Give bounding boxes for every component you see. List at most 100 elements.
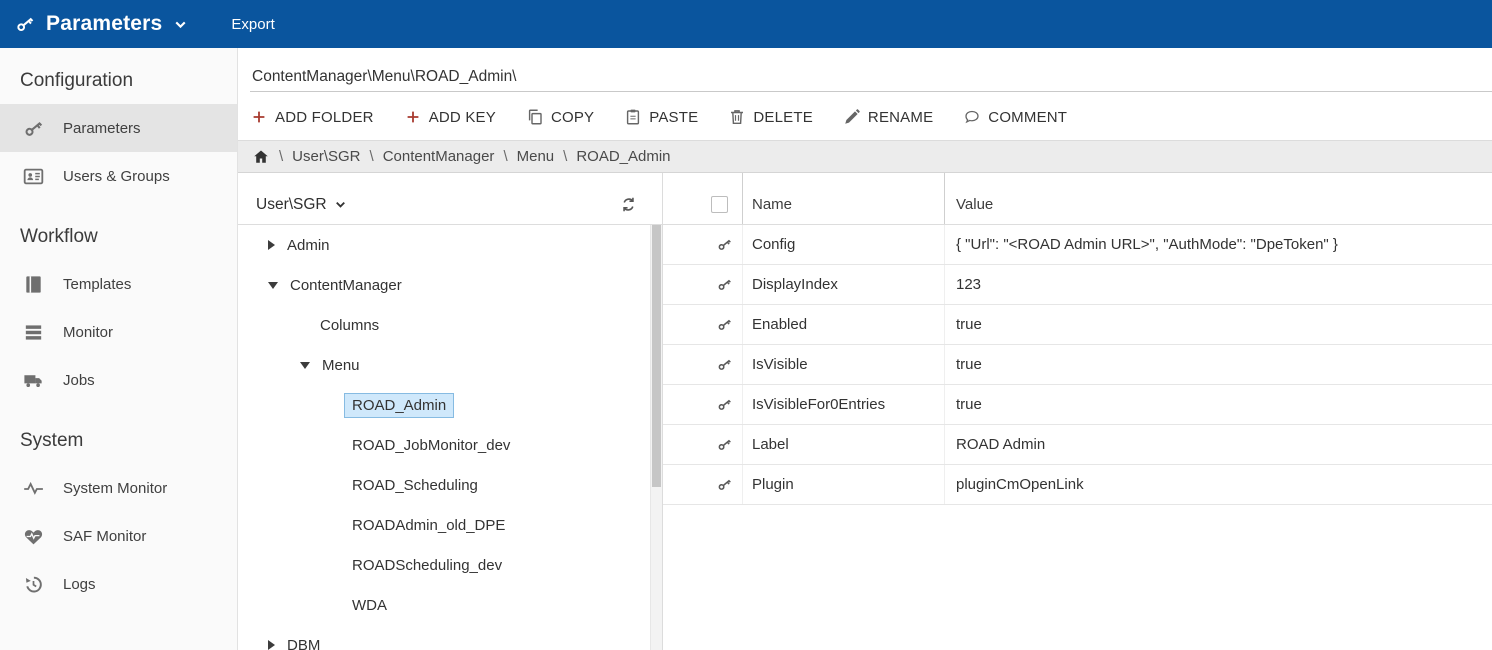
caret-down-icon[interactable] xyxy=(268,282,278,289)
sidebar-item-system-monitor[interactable]: System Monitor xyxy=(0,464,237,512)
param-name: Config xyxy=(742,225,944,264)
sidebar-item-users-groups[interactable]: Users & Groups xyxy=(0,152,237,200)
copy-button[interactable]: COPY xyxy=(526,108,594,126)
tree-item-road-admin[interactable]: ROAD_Admin xyxy=(238,385,662,425)
tree-item-wda[interactable]: WDA xyxy=(238,585,662,625)
breadcrumb-separator: \ xyxy=(279,148,283,165)
tree-item-label: ROAD_JobMonitor_dev xyxy=(352,437,510,454)
key-icon xyxy=(713,433,737,457)
path-bar xyxy=(238,48,1492,94)
sidebar-item-parameters[interactable]: Parameters xyxy=(0,104,237,152)
table-header: Name Value xyxy=(663,173,1492,225)
tree-item-columns[interactable]: Columns xyxy=(238,305,662,345)
plus-icon xyxy=(404,108,422,126)
table-row-isvisiblefor0entries[interactable]: IsVisibleFor0Entries true xyxy=(663,385,1492,425)
tree-item-label: Columns xyxy=(320,317,379,334)
add-key-button[interactable]: ADD KEY xyxy=(404,108,496,126)
button-label: ADD KEY xyxy=(429,109,496,126)
add-folder-button[interactable]: ADD FOLDER xyxy=(250,108,374,126)
table-row-isvisible[interactable]: IsVisible true xyxy=(663,345,1492,385)
breadcrumb: \ User\SGR \ ContentManager \ Menu \ ROA… xyxy=(238,140,1492,173)
key-icon xyxy=(713,393,737,417)
breadcrumb-segment[interactable]: ROAD_Admin xyxy=(576,148,670,165)
sidebar-item-logs[interactable]: Logs xyxy=(0,560,237,608)
param-value: true xyxy=(944,345,1492,384)
contact-card-icon xyxy=(22,165,45,188)
breadcrumb-segment[interactable]: User\SGR xyxy=(292,148,360,165)
select-all-checkbox[interactable] xyxy=(711,196,728,213)
pulse-icon xyxy=(22,477,45,500)
tree-item-label: Menu xyxy=(322,357,360,374)
paste-button[interactable]: PASTE xyxy=(624,108,698,126)
key-icon xyxy=(713,273,737,297)
tree-item-menu[interactable]: Menu xyxy=(238,345,662,385)
pencil-icon xyxy=(843,108,861,126)
comment-button[interactable]: COMMENT xyxy=(963,108,1067,126)
tree-item-contentmanager[interactable]: ContentManager xyxy=(238,265,662,305)
table-row-label[interactable]: Label ROAD Admin xyxy=(663,425,1492,465)
path-input[interactable] xyxy=(250,62,1492,92)
sidebar-item-label: Users & Groups xyxy=(63,168,170,185)
button-label: ADD FOLDER xyxy=(275,109,374,126)
sidebar: Configuration Parameters Users & Groups … xyxy=(0,48,238,650)
button-label: RENAME xyxy=(868,109,933,126)
key-icon xyxy=(713,353,737,377)
comment-icon xyxy=(963,108,981,126)
param-name: IsVisibleFor0Entries xyxy=(742,385,944,424)
param-value: true xyxy=(944,305,1492,344)
truck-icon xyxy=(22,369,45,392)
caret-right-icon[interactable] xyxy=(268,640,275,650)
tree-item-road-jobmonitor-dev[interactable]: ROAD_JobMonitor_dev xyxy=(238,425,662,465)
tree-item-road-scheduling[interactable]: ROAD_Scheduling xyxy=(238,465,662,505)
column-header-name[interactable]: Name xyxy=(742,173,944,224)
sidebar-item-label: Jobs xyxy=(63,372,95,389)
sidebar-item-jobs[interactable]: Jobs xyxy=(0,356,237,404)
delete-button[interactable]: DELETE xyxy=(728,108,813,126)
param-name: DisplayIndex xyxy=(742,265,944,304)
content-panes: User\SGR Admin ContentManager Columns xyxy=(238,173,1492,650)
sidebar-section-workflow: Workflow xyxy=(20,226,237,248)
caret-down-icon[interactable] xyxy=(300,362,310,369)
toolbar: ADD FOLDER ADD KEY COPY PASTE DELETE REN… xyxy=(238,94,1492,140)
caret-right-icon[interactable] xyxy=(268,240,275,250)
button-label: COMMENT xyxy=(988,109,1067,126)
tree-item-roadscheduling-dev[interactable]: ROADScheduling_dev xyxy=(238,545,662,585)
breadcrumb-segment[interactable]: ContentManager xyxy=(383,148,495,165)
table-row-enabled[interactable]: Enabled true xyxy=(663,305,1492,345)
tree-item-roadadmin-old-dpe[interactable]: ROADAdmin_old_DPE xyxy=(238,505,662,545)
refresh-icon[interactable] xyxy=(619,195,638,214)
table-row-plugin[interactable]: Plugin pluginCmOpenLink xyxy=(663,465,1492,505)
table-row-displayindex[interactable]: DisplayIndex 123 xyxy=(663,265,1492,305)
button-label: DELETE xyxy=(753,109,813,126)
tree-root-dropdown[interactable]: User\SGR xyxy=(256,196,348,214)
tree-scrollbar-thumb[interactable] xyxy=(652,225,661,487)
app-title-dropdown[interactable]: Parameters xyxy=(0,12,203,36)
tree-body: Admin ContentManager Columns Menu ROAD_A… xyxy=(238,225,662,650)
plus-icon xyxy=(250,108,268,126)
button-label: COPY xyxy=(551,109,594,126)
param-value: true xyxy=(944,385,1492,424)
home-icon[interactable] xyxy=(252,148,270,166)
sidebar-item-label: Logs xyxy=(63,576,96,593)
sidebar-item-templates[interactable]: Templates xyxy=(0,260,237,308)
key-icon xyxy=(713,233,737,257)
sidebar-item-monitor[interactable]: Monitor xyxy=(0,308,237,356)
tree-scrollbar[interactable] xyxy=(650,225,662,650)
menu-export[interactable]: Export xyxy=(231,16,274,33)
sidebar-item-label: SAF Monitor xyxy=(63,528,146,545)
tree-item-dbm[interactable]: DBM xyxy=(238,625,662,650)
rename-button[interactable]: RENAME xyxy=(843,108,933,126)
column-header-value[interactable]: Value xyxy=(944,173,1492,224)
sidebar-item-saf-monitor[interactable]: SAF Monitor xyxy=(0,512,237,560)
breadcrumb-separator: \ xyxy=(563,148,567,165)
table-row-config[interactable]: Config { "Url": "<ROAD Admin URL>", "Aut… xyxy=(663,225,1492,265)
history-icon xyxy=(22,573,45,596)
tree-item-label: WDA xyxy=(352,597,387,614)
breadcrumb-separator: \ xyxy=(370,148,374,165)
param-value: ROAD Admin xyxy=(944,425,1492,464)
sidebar-section-configuration: Configuration xyxy=(20,70,237,92)
param-name: IsVisible xyxy=(742,345,944,384)
tree-item-admin[interactable]: Admin xyxy=(238,225,662,265)
breadcrumb-segment[interactable]: Menu xyxy=(517,148,555,165)
param-value: pluginCmOpenLink xyxy=(944,465,1492,504)
